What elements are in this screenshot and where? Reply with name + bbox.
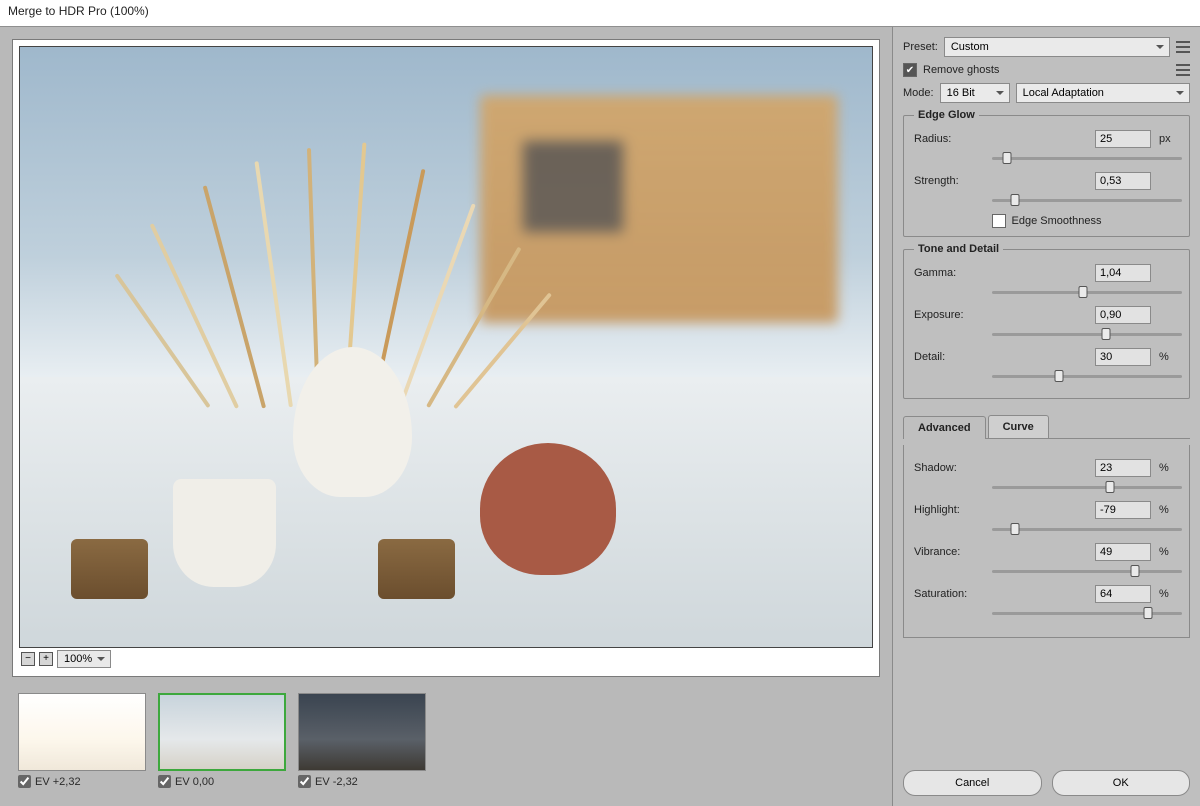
- detail-slider[interactable]: [992, 368, 1182, 384]
- edge-smoothness-checkbox[interactable]: [992, 214, 1006, 228]
- vibrance-unit: %: [1159, 546, 1179, 558]
- exposure-slider[interactable]: [992, 326, 1182, 342]
- thumb-image[interactable]: [298, 693, 426, 771]
- preset-value: Custom: [951, 41, 989, 53]
- thumb-caption: EV -2,32: [298, 775, 426, 788]
- highlight-label: Highlight:: [914, 504, 984, 516]
- preset-select[interactable]: Custom: [944, 37, 1170, 57]
- tone-detail-group: Tone and Detail Gamma: 1,04 Exposure: 0,…: [903, 249, 1190, 399]
- remove-ghosts-label: Remove ghosts: [923, 64, 999, 76]
- tone-detail-title: Tone and Detail: [914, 243, 1003, 255]
- radius-unit: px: [1159, 133, 1179, 145]
- zoom-level-select[interactable]: 100%: [57, 650, 111, 668]
- edge-glow-group: Edge Glow Radius: 25 px Strength: 0,53: [903, 115, 1190, 237]
- vibrance-slider[interactable]: [992, 563, 1182, 579]
- tabs: Advanced Curve: [903, 415, 1190, 439]
- filmstrip-thumb[interactable]: EV 0,00: [158, 693, 286, 788]
- mode-bit-value: 16 Bit: [947, 87, 975, 99]
- thumb-checkbox[interactable]: [298, 775, 311, 788]
- edge-glow-title: Edge Glow: [914, 109, 979, 121]
- highlight-unit: %: [1159, 504, 1179, 516]
- preview-frame: − + 100%: [12, 39, 880, 677]
- shadow-slider[interactable]: [992, 479, 1182, 495]
- saturation-unit: %: [1159, 588, 1179, 600]
- thumb-ev-label: EV -2,32: [315, 776, 358, 788]
- preset-label: Preset:: [903, 41, 938, 53]
- thumb-ev-label: EV +2,32: [35, 776, 81, 788]
- saturation-label: Saturation:: [914, 588, 984, 600]
- tab-curve[interactable]: Curve: [988, 415, 1049, 438]
- shadow-input[interactable]: 23: [1095, 459, 1151, 477]
- detail-label: Detail:: [914, 351, 984, 363]
- filmstrip-thumb[interactable]: EV +2,32: [18, 693, 146, 788]
- thumb-caption: EV 0,00: [158, 775, 286, 788]
- vibrance-input[interactable]: 49: [1095, 543, 1151, 561]
- mode-method-value: Local Adaptation: [1023, 87, 1104, 99]
- zoom-out-button[interactable]: −: [21, 652, 35, 666]
- filmstrip: EV +2,32 EV 0,00 EV -2,32: [14, 687, 878, 792]
- detail-input[interactable]: 30: [1095, 348, 1151, 366]
- preview-image[interactable]: [19, 46, 873, 648]
- vibrance-label: Vibrance:: [914, 546, 984, 558]
- filmstrip-thumb[interactable]: EV -2,32: [298, 693, 426, 788]
- ok-button[interactable]: OK: [1052, 770, 1191, 796]
- radius-input[interactable]: 25: [1095, 130, 1151, 148]
- strength-input[interactable]: 0,53: [1095, 172, 1151, 190]
- exposure-label: Exposure:: [914, 309, 984, 321]
- gamma-label: Gamma:: [914, 267, 984, 279]
- detail-unit: %: [1159, 351, 1179, 363]
- cancel-button[interactable]: Cancel: [903, 770, 1042, 796]
- radius-slider[interactable]: [992, 150, 1182, 166]
- advanced-tab-body: Shadow: 23 % Highlight: -79 % Vibrance: …: [903, 445, 1190, 638]
- tab-advanced[interactable]: Advanced: [903, 416, 986, 439]
- thumb-caption: EV +2,32: [18, 775, 146, 788]
- remove-ghosts-checkbox[interactable]: ✔: [903, 63, 917, 77]
- edge-smoothness-label: Edge Smoothness: [1012, 215, 1102, 227]
- zoom-controls: − + 100%: [19, 648, 873, 670]
- mode-bit-select[interactable]: 16 Bit: [940, 83, 1010, 103]
- highlight-input[interactable]: -79: [1095, 501, 1151, 519]
- strength-label: Strength:: [914, 175, 984, 187]
- strength-slider[interactable]: [992, 192, 1182, 208]
- thumb-ev-label: EV 0,00: [175, 776, 214, 788]
- saturation-input[interactable]: 64: [1095, 585, 1151, 603]
- left-pane: − + 100% EV +2,32 EV 0,00 EV -2,32: [0, 27, 892, 806]
- radius-label: Radius:: [914, 133, 984, 145]
- shadow-label: Shadow:: [914, 462, 984, 474]
- thumb-image[interactable]: [18, 693, 146, 771]
- zoom-level-value: 100%: [64, 653, 92, 665]
- shadow-unit: %: [1159, 462, 1179, 474]
- ghosts-menu-icon[interactable]: [1176, 64, 1190, 76]
- highlight-slider[interactable]: [992, 521, 1182, 537]
- settings-panel: Preset: Custom ✔ Remove ghosts Mode: 16 …: [892, 27, 1200, 806]
- gamma-input[interactable]: 1,04: [1095, 264, 1151, 282]
- preset-menu-icon[interactable]: [1176, 41, 1190, 53]
- saturation-slider[interactable]: [992, 605, 1182, 621]
- exposure-input[interactable]: 0,90: [1095, 306, 1151, 324]
- zoom-in-button[interactable]: +: [39, 652, 53, 666]
- thumb-checkbox[interactable]: [158, 775, 171, 788]
- thumb-checkbox[interactable]: [18, 775, 31, 788]
- window-title: Merge to HDR Pro (100%): [0, 0, 1200, 26]
- mode-label: Mode:: [903, 87, 934, 99]
- mode-method-select[interactable]: Local Adaptation: [1016, 83, 1190, 103]
- gamma-slider[interactable]: [992, 284, 1182, 300]
- thumb-image[interactable]: [158, 693, 286, 771]
